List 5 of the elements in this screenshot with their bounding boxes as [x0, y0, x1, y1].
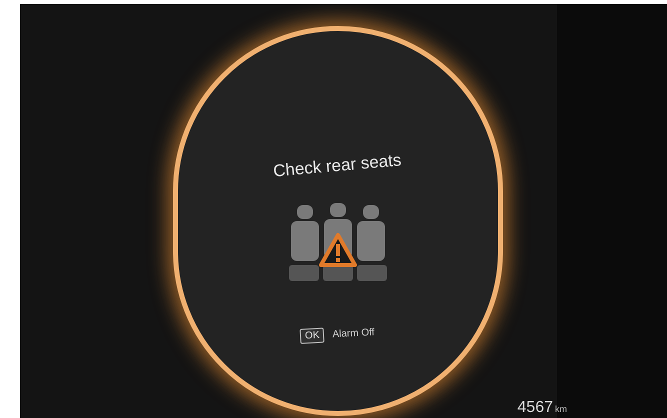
- odometer-value: 4567: [517, 400, 553, 416]
- ok-button[interactable]: OK: [300, 327, 326, 344]
- odometer-unit: km: [555, 402, 567, 416]
- alarm-off-label: Alarm Off: [332, 326, 376, 342]
- warning-title: Check rear seats: [272, 149, 403, 183]
